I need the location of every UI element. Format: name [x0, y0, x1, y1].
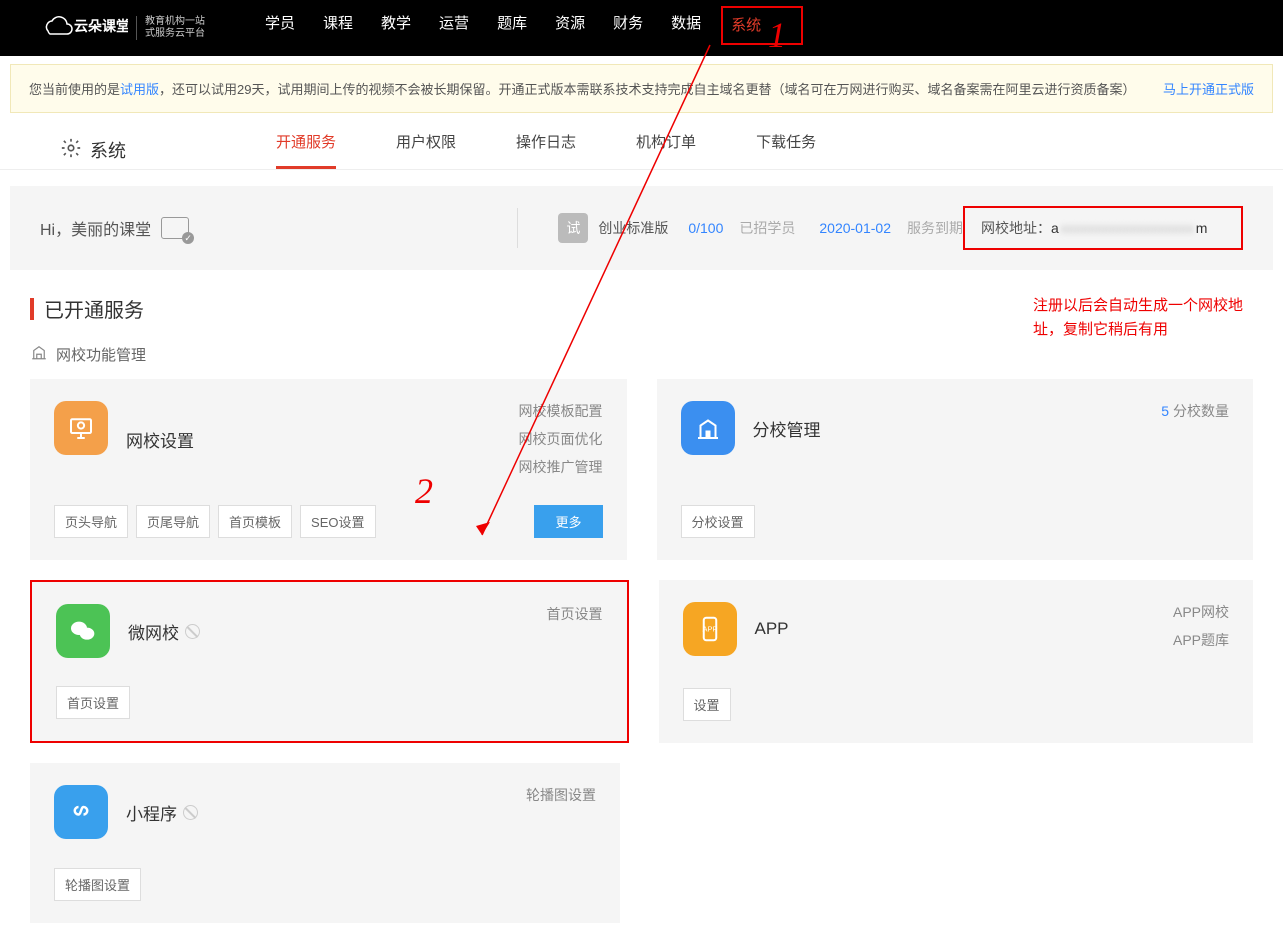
- nav-resources[interactable]: 资源: [555, 12, 585, 45]
- logo-cloud-icon: 云朵课堂: [40, 13, 128, 43]
- section-title: 已开通服务: [30, 294, 144, 323]
- chip-app-settings[interactable]: 设置: [683, 688, 731, 721]
- trial-badge-icon: 试: [558, 213, 588, 243]
- svg-text:APP: APP: [702, 625, 717, 634]
- settings-card-icon: [54, 401, 108, 455]
- nav-courses[interactable]: 课程: [323, 12, 353, 45]
- nav-data[interactable]: 数据: [671, 12, 701, 45]
- link-carousel-settings[interactable]: 轮播图设置: [526, 785, 596, 805]
- nav-question-bank[interactable]: 题库: [497, 12, 527, 45]
- gear-icon: [60, 137, 82, 164]
- trial-notice: 您当前使用的是试用版，还可以试用29天，试用期间上传的视频不会被长期保留。开通正…: [10, 64, 1273, 113]
- building-icon: [30, 343, 48, 365]
- logo-subtitle: 教育机构一站式服务云平台: [136, 16, 205, 40]
- plan-info: 试 创业标准版 0/100 已招学员 2020-01-02 服务到期: [558, 213, 963, 243]
- link-template-config[interactable]: 网校模板配置: [519, 401, 603, 421]
- greeting: Hi，美丽的课堂: [40, 216, 151, 240]
- card-branch-management: 分校管理 5分校数量 分校设置: [657, 379, 1254, 560]
- tab-orders[interactable]: 机构订单: [636, 131, 696, 169]
- upgrade-link[interactable]: 马上开通正式版: [1163, 79, 1254, 98]
- chip-home-template[interactable]: 首页模板: [218, 505, 292, 538]
- app-card-icon: APP: [683, 602, 737, 656]
- school-url-box: 网校地址： axxxxxxxxxxxxxxxxxxxm: [963, 206, 1243, 250]
- nav-operation[interactable]: 运营: [439, 12, 469, 45]
- miniprogram-card-icon: [54, 785, 108, 839]
- chip-carousel-settings[interactable]: 轮播图设置: [54, 868, 141, 901]
- chip-branch-settings[interactable]: 分校设置: [681, 505, 755, 538]
- chip-home-settings[interactable]: 首页设置: [56, 686, 130, 719]
- link-promotion[interactable]: 网校推广管理: [519, 457, 603, 477]
- card-school-settings: 网校设置 网校模板配置 网校页面优化 网校推广管理 页头导航 页尾导航 首页模板…: [30, 379, 627, 560]
- subsection-school-management: 网校功能管理: [30, 343, 1253, 365]
- nav-finance[interactable]: 财务: [613, 12, 643, 45]
- card-app: APP APP APP网校 APP题库 设置: [659, 580, 1254, 743]
- disabled-icon: [185, 624, 200, 639]
- tab-permissions[interactable]: 用户权限: [396, 131, 456, 169]
- svg-text:云朵课堂: 云朵课堂: [74, 18, 128, 34]
- link-app-question[interactable]: APP题库: [1173, 630, 1229, 650]
- card-micro-school: 微网校 首页设置 首页设置: [30, 580, 629, 743]
- tab-downloads[interactable]: 下载任务: [756, 131, 816, 169]
- nav-students[interactable]: 学员: [265, 12, 295, 45]
- link-page-optimize[interactable]: 网校页面优化: [519, 429, 603, 449]
- chip-seo[interactable]: SEO设置: [300, 505, 375, 538]
- card-miniprogram: 小程序 轮播图设置 轮播图设置: [30, 763, 620, 923]
- chip-footer-nav[interactable]: 页尾导航: [136, 505, 210, 538]
- link-branch-count[interactable]: 5分校数量: [1161, 401, 1229, 421]
- top-nav: 学员 课程 教学 运营 题库 资源 财务 数据 系统: [265, 12, 803, 45]
- nav-system[interactable]: 系统: [731, 17, 761, 34]
- annotation-note: 注册以后会自动生成一个网校地址，复制它稍后有用: [1033, 294, 1253, 342]
- wechat-card-icon: [56, 604, 110, 658]
- student-count[interactable]: 0/100: [688, 220, 723, 236]
- tab-logs[interactable]: 操作日志: [516, 131, 576, 169]
- link-home-settings[interactable]: 首页设置: [547, 604, 603, 624]
- branch-card-icon: [681, 401, 735, 455]
- chip-header-nav[interactable]: 页头导航: [54, 505, 128, 538]
- school-url-value[interactable]: xxxxxxxxxxxxxxxxxxx: [1061, 220, 1194, 236]
- id-verified-icon[interactable]: [161, 217, 189, 239]
- nav-teaching[interactable]: 教学: [381, 12, 411, 45]
- logo[interactable]: 云朵课堂 教育机构一站式服务云平台: [40, 13, 205, 43]
- more-button[interactable]: 更多: [534, 505, 602, 538]
- expire-date[interactable]: 2020-01-02: [819, 220, 891, 236]
- tab-services[interactable]: 开通服务: [276, 131, 336, 169]
- link-app-school[interactable]: APP网校: [1173, 602, 1229, 622]
- disabled-icon: [183, 805, 198, 820]
- page-title: 系统: [60, 137, 126, 164]
- trial-label: 试用版: [120, 82, 159, 97]
